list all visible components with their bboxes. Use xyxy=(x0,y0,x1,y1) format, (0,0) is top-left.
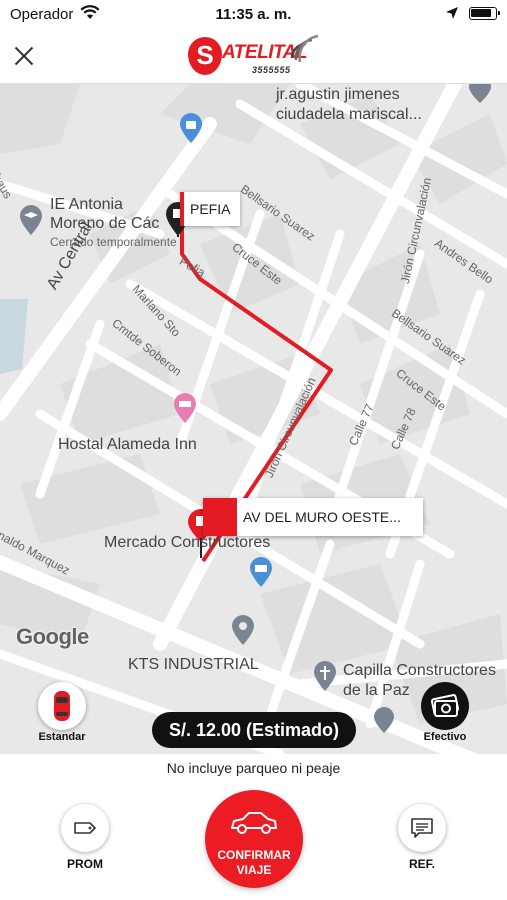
message-icon xyxy=(411,818,433,838)
car-top-icon xyxy=(54,691,70,721)
confirm-trip-button[interactable]: CONFIRMAR VIAJE xyxy=(205,790,303,888)
payment-method-button[interactable] xyxy=(421,682,469,730)
map-label: IE Antonia xyxy=(50,196,123,213)
confirm-line-2: VIAJE xyxy=(236,863,272,877)
fare-estimate[interactable]: S/. 12.00 (Estimado) xyxy=(152,712,356,748)
bottom-panel: No incluye parqueo ni peaje PROM CONFIRM… xyxy=(0,754,507,900)
map-label: Capilla Constructores xyxy=(343,662,496,679)
map-label: de la Paz xyxy=(343,682,410,699)
cart-pin-icon[interactable] xyxy=(248,556,274,588)
map-view[interactable]: jr.agustin jimenes ciudadela mariscal...… xyxy=(0,84,507,754)
school-pin-2-icon[interactable] xyxy=(372,706,396,734)
location-arrow-icon xyxy=(446,7,458,19)
reference-button[interactable] xyxy=(398,804,446,852)
map-label: KTS INDUSTRIAL xyxy=(128,656,259,673)
payment-method-label: Efectivo xyxy=(423,731,467,743)
fare-note: No incluye parqueo ni peaje xyxy=(166,760,341,776)
app-header: S ATELITAL 3555555 xyxy=(0,28,507,84)
logo-number: 3555555 xyxy=(252,65,291,75)
status-bar: Operador 11:35 a. m. xyxy=(0,0,507,28)
vehicle-type-label: Estandar xyxy=(38,731,86,743)
battery-icon xyxy=(469,7,500,20)
car-side-icon xyxy=(231,812,277,834)
google-attribution: Google xyxy=(16,624,89,649)
close-icon[interactable] xyxy=(12,44,36,68)
map-label: Hostal Alameda Inn xyxy=(58,436,197,453)
confirm-line-1: CONFIRMAR xyxy=(217,848,291,862)
origin-label: PEFIA xyxy=(190,201,231,217)
hotel-pin-icon[interactable] xyxy=(172,392,198,424)
map-label: ciudadela mariscal... xyxy=(276,106,422,123)
church-pin-icon[interactable] xyxy=(312,660,338,692)
map-label: Moreno de Các xyxy=(50,215,160,232)
vehicle-type-button[interactable] xyxy=(38,682,86,730)
promo-label: PROM xyxy=(67,857,103,871)
map-label: Mercado Constructores xyxy=(104,534,271,551)
clock: 11:35 a. m. xyxy=(215,6,292,23)
place-pin-icon[interactable] xyxy=(230,614,256,646)
satelital-logo: S ATELITAL 3555555 xyxy=(188,34,322,78)
reference-label: REF. xyxy=(408,857,435,871)
promo-button[interactable] xyxy=(61,804,109,852)
signal-waves-icon xyxy=(290,34,319,62)
logo-initial: S xyxy=(188,37,222,75)
school-pin-icon[interactable] xyxy=(18,204,44,236)
confirm-trip-label: CONFIRMAR VIAJE xyxy=(205,848,303,878)
destination-label: AV DEL MURO OESTE... xyxy=(243,509,401,525)
shopping-bag-pin-icon[interactable] xyxy=(178,112,204,144)
origin-callout[interactable]: PEFIA xyxy=(180,192,240,226)
poi-pin-icon[interactable] xyxy=(467,84,493,104)
map-label: jr.agustin jimenes xyxy=(276,86,400,103)
tag-icon xyxy=(74,822,96,834)
cash-icon xyxy=(430,694,460,717)
destination-callout[interactable]: AV DEL MURO OESTE... xyxy=(203,498,423,536)
